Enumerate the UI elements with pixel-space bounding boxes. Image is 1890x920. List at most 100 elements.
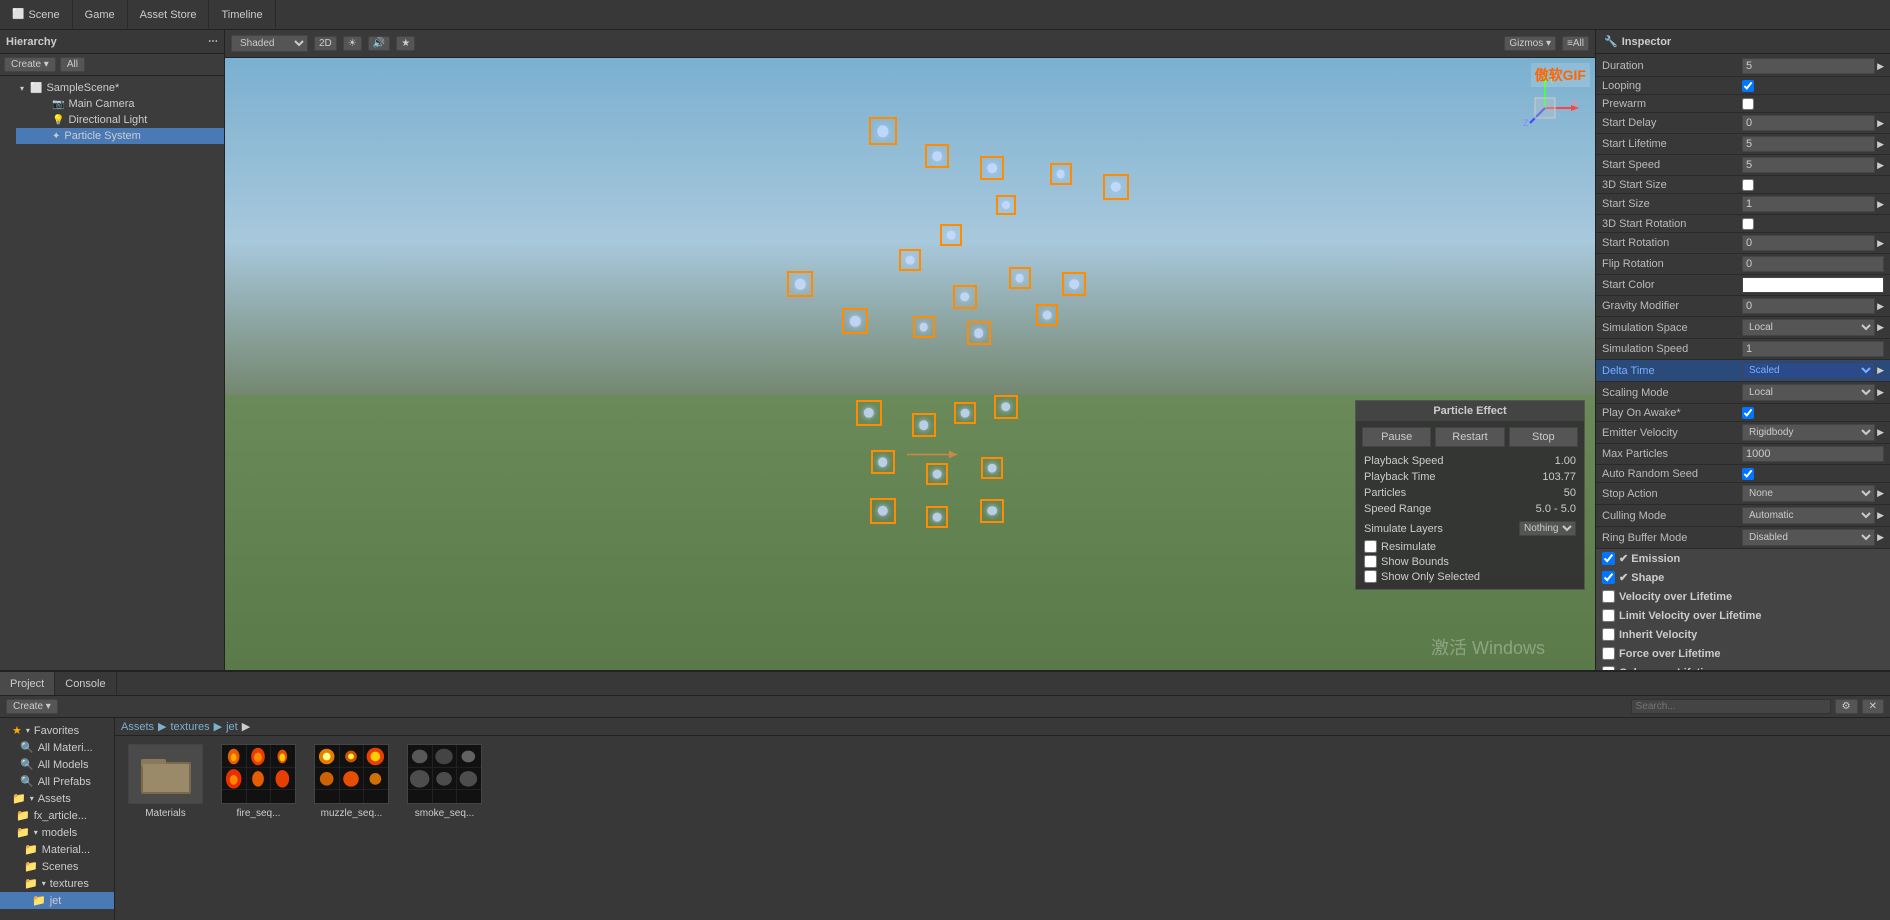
sidebar-item-materials[interactable]: 📁 Material... <box>0 841 114 858</box>
shading-select[interactable]: Shaded Wireframe <box>231 35 308 52</box>
tab-game[interactable]: Game <box>73 0 128 29</box>
particle-box <box>954 402 976 424</box>
2d-toggle[interactable]: 2D <box>314 36 337 51</box>
max-particles-input[interactable] <box>1742 446 1884 462</box>
sidebar-item-fx-article[interactable]: 📁 fx_article... <box>0 807 114 824</box>
start-lifetime-input[interactable] <box>1742 136 1875 152</box>
show-only-selected-checkbox[interactable] <box>1364 570 1377 583</box>
stop-action-row: Stop Action NoneDisableDestroy ▶ <box>1596 483 1890 505</box>
velocity-lifetime-section[interactable]: Velocity over Lifetime <box>1596 587 1890 606</box>
ring-buffer-mode-select[interactable]: DisabledPause Until Replaced <box>1742 529 1875 546</box>
chevron-icon: ▶ <box>1877 61 1884 72</box>
simulate-layers-select[interactable]: Nothing <box>1519 521 1576 536</box>
inherit-velocity-checkbox[interactable] <box>1602 628 1615 641</box>
emission-section[interactable]: ✔ Emission <box>1596 549 1890 568</box>
scaling-mode-select[interactable]: LocalHierarchy <box>1742 384 1875 401</box>
asset-materials[interactable]: Materials <box>123 744 208 819</box>
asset-smoke-seq[interactable]: smoke_seq... <box>402 744 487 819</box>
limit-velocity-checkbox[interactable] <box>1602 609 1615 622</box>
gravity-modifier-input[interactable] <box>1742 298 1875 314</box>
lighting-btn[interactable]: ☀ <box>343 36 362 51</box>
start-delay-label: Start Delay <box>1602 117 1742 129</box>
culling-mode-select[interactable]: AutomaticAlways Simulate <box>1742 507 1875 524</box>
particle-box <box>980 156 1004 180</box>
project-tab[interactable]: Project <box>0 672 55 695</box>
auto-random-seed-checkbox[interactable] <box>1742 468 1754 480</box>
sidebar-item-models[interactable]: 📁 ▾ models <box>0 824 114 841</box>
restart-btn[interactable]: Restart <box>1435 427 1504 447</box>
project-search-input[interactable] <box>1631 699 1831 714</box>
flip-rotation-input[interactable] <box>1742 256 1884 272</box>
emitter-velocity-select[interactable]: RigidbodyTransform <box>1742 424 1875 441</box>
duration-input[interactable] <box>1742 58 1875 74</box>
play-on-awake-checkbox[interactable] <box>1742 407 1754 419</box>
3d-start-size-checkbox[interactable] <box>1742 179 1754 191</box>
show-bounds-checkbox[interactable] <box>1364 555 1377 568</box>
stop-action-select[interactable]: NoneDisableDestroy <box>1742 485 1875 502</box>
start-rotation-input[interactable] <box>1742 235 1875 251</box>
hierarchy-item-particlesystem[interactable]: ✦ Particle System <box>16 128 224 144</box>
start-color-swatch[interactable] <box>1742 277 1884 293</box>
culling-mode-value: AutomaticAlways Simulate ▶ <box>1742 507 1884 524</box>
asset-fire-seq[interactable]: fire_seq... <box>216 744 301 819</box>
start-size-input[interactable] <box>1742 196 1875 212</box>
all-btn[interactable]: ≡All <box>1562 36 1589 51</box>
prewarm-checkbox[interactable] <box>1742 98 1754 110</box>
max-particles-row: Max Particles <box>1596 444 1890 465</box>
delta-time-select[interactable]: ScaledUnscaled <box>1742 362 1875 379</box>
sidebar-item-all-models[interactable]: 🔍 All Models <box>0 756 114 773</box>
color-lifetime-section[interactable]: Color over Lifetime <box>1596 663 1890 670</box>
project-create-btn[interactable]: Create ▾ <box>6 699 58 714</box>
3d-start-rotation-checkbox[interactable] <box>1742 218 1754 230</box>
chevron-icon: ▶ <box>1877 387 1884 398</box>
shape-checkbox[interactable] <box>1602 571 1615 584</box>
limit-velocity-section[interactable]: Limit Velocity over Lifetime <box>1596 606 1890 625</box>
particle-dot <box>947 231 956 240</box>
tab-scene[interactable]: ⬜ Scene <box>0 0 73 29</box>
start-color-label: Start Color <box>1602 279 1742 291</box>
sidebar-item-all-prefabs[interactable]: 🔍 All Prefabs <box>0 773 114 790</box>
hierarchy-all-btn[interactable]: All <box>60 57 85 72</box>
particle-dot <box>1043 311 1052 320</box>
start-lifetime-row: Start Lifetime ▶ <box>1596 134 1890 155</box>
shape-section[interactable]: ✔ Shape <box>1596 568 1890 587</box>
looping-label: Looping <box>1602 80 1742 92</box>
hierarchy-item-maincamera[interactable]: 📷 Main Camera <box>16 96 224 112</box>
gizmos-btn[interactable]: Gizmos ▾ <box>1504 36 1556 51</box>
simulation-speed-input[interactable] <box>1742 341 1884 357</box>
scene-view[interactable]: Y X Z Particle Effect Pause <box>225 58 1595 670</box>
inherit-velocity-section[interactable]: Inherit Velocity <box>1596 625 1890 644</box>
velocity-lifetime-checkbox[interactable] <box>1602 590 1615 603</box>
sidebar-item-scenes[interactable]: 📁 Scenes <box>0 858 114 875</box>
particle-box <box>925 144 949 168</box>
tab-asset-store[interactable]: Asset Store <box>128 0 210 29</box>
emission-checkbox[interactable] <box>1602 552 1615 565</box>
hierarchy-item-samplescene[interactable]: ▾ ⬜ SampleScene* <box>0 80 224 96</box>
force-lifetime-checkbox[interactable] <box>1602 647 1615 660</box>
pause-btn[interactable]: Pause <box>1362 427 1431 447</box>
sidebar-item-jet[interactable]: 📁 jet <box>0 892 114 909</box>
project-close-btn[interactable]: ✕ <box>1862 699 1884 714</box>
tab-timeline[interactable]: Timeline <box>209 0 275 29</box>
hierarchy-item-directionallight[interactable]: 💡 Directional Light <box>16 112 224 128</box>
start-delay-input[interactable] <box>1742 115 1875 131</box>
console-tab[interactable]: Console <box>55 672 116 695</box>
start-speed-input[interactable] <box>1742 157 1875 173</box>
particle-box <box>787 271 813 297</box>
sidebar-item-textures[interactable]: 📁 ▾ textures <box>0 875 114 892</box>
fx-btn[interactable]: ★ <box>396 36 415 51</box>
hierarchy-create-btn[interactable]: Create ▾ <box>4 57 56 72</box>
sidebar-item-favorites[interactable]: ★ ▾ Favorites <box>0 722 114 739</box>
stop-btn[interactable]: Stop <box>1509 427 1578 447</box>
sidebar-item-all-materials[interactable]: 🔍 All Materi... <box>0 739 114 756</box>
looping-checkbox[interactable] <box>1742 80 1754 92</box>
resimulate-checkbox[interactable] <box>1364 540 1377 553</box>
audio-btn[interactable]: 🔊 <box>368 36 390 51</box>
gravity-modifier-value: ▶ <box>1742 298 1884 314</box>
asset-muzzle-seq[interactable]: muzzle_seq... <box>309 744 394 819</box>
sidebar-item-assets[interactable]: 📁 ▾ Assets <box>0 790 114 807</box>
force-lifetime-section[interactable]: Force over Lifetime <box>1596 644 1890 663</box>
start-lifetime-label: Start Lifetime <box>1602 138 1742 150</box>
project-settings-btn[interactable]: ⚙ <box>1835 699 1858 714</box>
simulation-space-select[interactable]: LocalWorld <box>1742 319 1875 336</box>
